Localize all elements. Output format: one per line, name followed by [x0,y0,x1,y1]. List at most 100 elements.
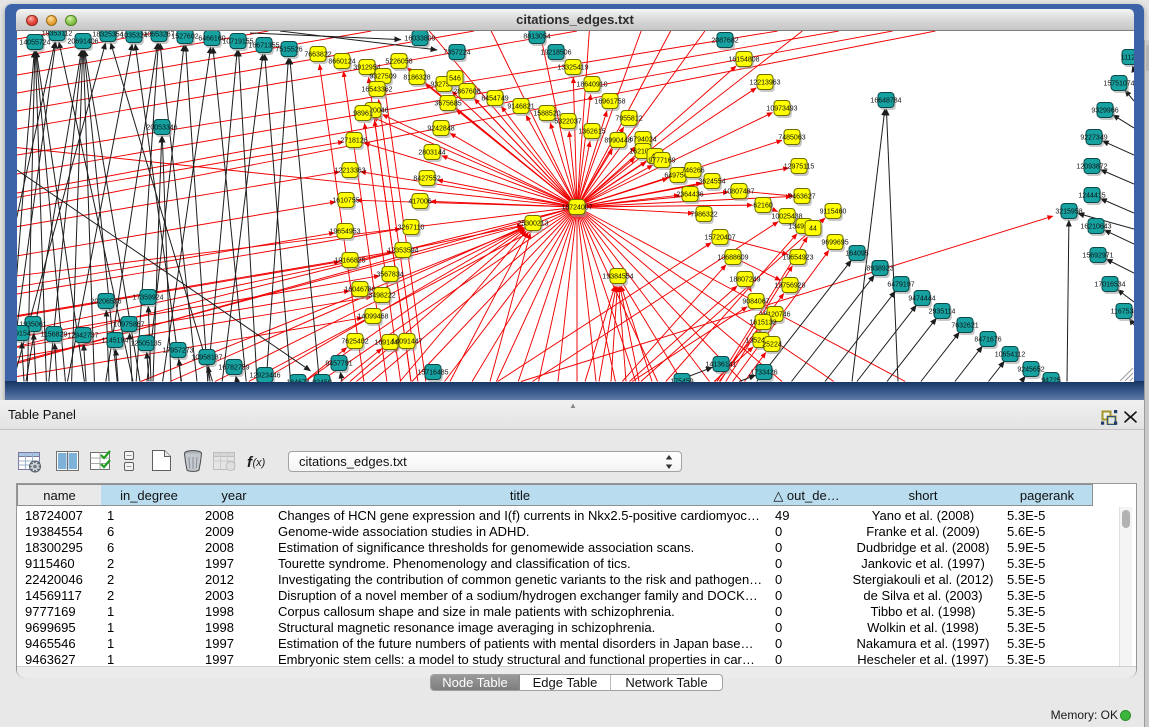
svg-text:5226058: 5226058 [385,58,412,65]
svg-text:2087682: 2087682 [711,37,738,44]
svg-text:3567834: 3567834 [376,271,403,278]
svg-text:1610755: 1610755 [332,197,359,204]
svg-text:1362615: 1362615 [578,128,605,135]
svg-text:39154: 39154 [17,330,31,337]
svg-text:9457791: 9457791 [325,360,352,367]
svg-text:12975115: 12975115 [784,163,815,170]
svg-text:18807249: 18807249 [729,276,760,283]
svg-text:7357224: 7357224 [443,49,470,56]
svg-text:10958187: 10958187 [191,354,222,361]
svg-text:12213963: 12213963 [749,79,780,86]
svg-text:8427552: 8427552 [413,175,440,182]
svg-text:16210643: 16210643 [1080,223,1111,230]
svg-text:12505135: 12505135 [130,340,161,347]
svg-text:13325419: 13325419 [557,64,588,71]
svg-text:20053346: 20053346 [146,124,177,131]
svg-text:8813054: 8813054 [523,33,550,40]
svg-text:14055724: 14055724 [19,39,50,46]
svg-text:417006: 417006 [408,198,431,205]
svg-text:9474444: 9474444 [908,295,935,302]
svg-text:9242848: 9242848 [427,125,454,132]
svg-text:19756928: 19756928 [774,282,805,289]
svg-text:12213363: 12213363 [334,167,365,174]
svg-text:9329966: 9329966 [1091,107,1118,114]
svg-text:11124: 11124 [1121,54,1134,61]
svg-text:8660124: 8660124 [328,58,355,65]
svg-text:18724007: 18724007 [561,204,592,211]
svg-text:92450: 92450 [312,379,332,382]
svg-text:19166825: 19166825 [334,257,365,264]
svg-text:98961: 98961 [353,110,373,117]
svg-text:16033809: 16033809 [404,35,435,42]
svg-text:1145194: 1145194 [102,337,129,344]
svg-text:2935114: 2935114 [929,308,956,315]
svg-text:7625402: 7625402 [341,338,368,345]
svg-text:9084067: 9084067 [742,298,769,305]
svg-text:12093872: 12093872 [1076,163,1107,170]
svg-text:94725: 94725 [1041,377,1061,382]
svg-text:3675685: 3675685 [434,100,461,107]
svg-text:6479197: 6479197 [887,281,914,288]
svg-text:8186328: 8186328 [403,74,430,81]
svg-text:184674: 184674 [286,379,309,382]
svg-text:3498222: 3498222 [368,292,395,299]
svg-text:9245652: 9245652 [1017,366,1044,373]
svg-text:17359924: 17359924 [132,294,163,301]
svg-text:1527602: 1527602 [171,33,198,40]
svg-text:18325354: 18325354 [92,31,123,38]
svg-text:12353594: 12353594 [387,247,418,254]
svg-text:10807487: 10807487 [723,188,754,195]
svg-text:8471676: 8471676 [974,336,1001,343]
svg-text:12942737: 12942737 [67,332,98,339]
svg-text:19654953: 19654953 [329,228,360,235]
svg-text:15720407: 15720407 [704,234,735,241]
svg-text:16543362: 16543362 [361,86,392,93]
svg-text:3624554: 3624554 [698,178,725,185]
svg-text:1244415: 1244415 [1078,192,1105,199]
svg-text:2867608: 2867608 [453,88,480,95]
svg-text:16648784: 16648784 [870,97,901,104]
svg-text:10653267: 10653267 [143,31,174,38]
svg-text:175459: 175459 [670,378,693,382]
svg-text:9327509: 9327509 [369,73,396,80]
svg-text:746266: 746266 [681,167,704,174]
svg-text:164095: 164095 [845,250,868,257]
svg-text:7485063: 7485063 [778,134,805,141]
svg-text:14091447: 14091447 [391,338,422,345]
svg-text:1167534: 1167534 [1111,308,1134,315]
svg-text:14099468: 14099468 [357,313,388,320]
svg-text:8938923: 8938923 [866,265,893,272]
svg-text:9463627: 9463627 [788,193,815,200]
svg-text:6794024: 6794024 [629,136,656,143]
svg-text:20691406: 20691406 [67,38,98,45]
svg-text:10975867: 10975867 [113,321,144,328]
svg-text:10654112: 10654112 [995,351,1026,358]
svg-text:9699695: 9699695 [821,239,848,246]
svg-text:8990448: 8990448 [604,137,631,144]
svg-text:17957273: 17957273 [162,347,193,354]
svg-text:9115460: 9115460 [820,208,847,215]
svg-text:25224: 25224 [762,341,782,348]
svg-text:19654923: 19654923 [782,254,813,261]
svg-text:9777169: 9777169 [648,157,675,164]
svg-text:16154808: 16154808 [728,56,759,63]
svg-text:16782759: 16782759 [218,364,249,371]
svg-text:18640910: 18640910 [576,81,607,88]
svg-text:1733426: 1733426 [750,369,777,376]
svg-text:2364436: 2364436 [676,191,703,198]
svg-text:9146821: 9146821 [507,103,534,110]
svg-text:546: 546 [449,75,461,82]
svg-text:12923446: 12923446 [249,372,280,379]
svg-text:20206536: 20206536 [90,298,121,305]
svg-text:2803144: 2803144 [418,149,445,156]
svg-text:10973493: 10973493 [766,105,797,112]
svg-text:5322037: 5322037 [554,118,581,125]
svg-text:14136141: 14136141 [705,361,736,368]
svg-text:7632621: 7632621 [951,322,978,329]
svg-text:10688609: 10688609 [717,254,748,261]
svg-text:1588520: 1588520 [533,110,560,117]
svg-text:19384554: 19384554 [602,273,633,280]
svg-text:17016534: 17016534 [1094,281,1125,288]
svg-text:1615132: 1615132 [749,319,776,326]
svg-text:16961758: 16961758 [594,98,625,105]
